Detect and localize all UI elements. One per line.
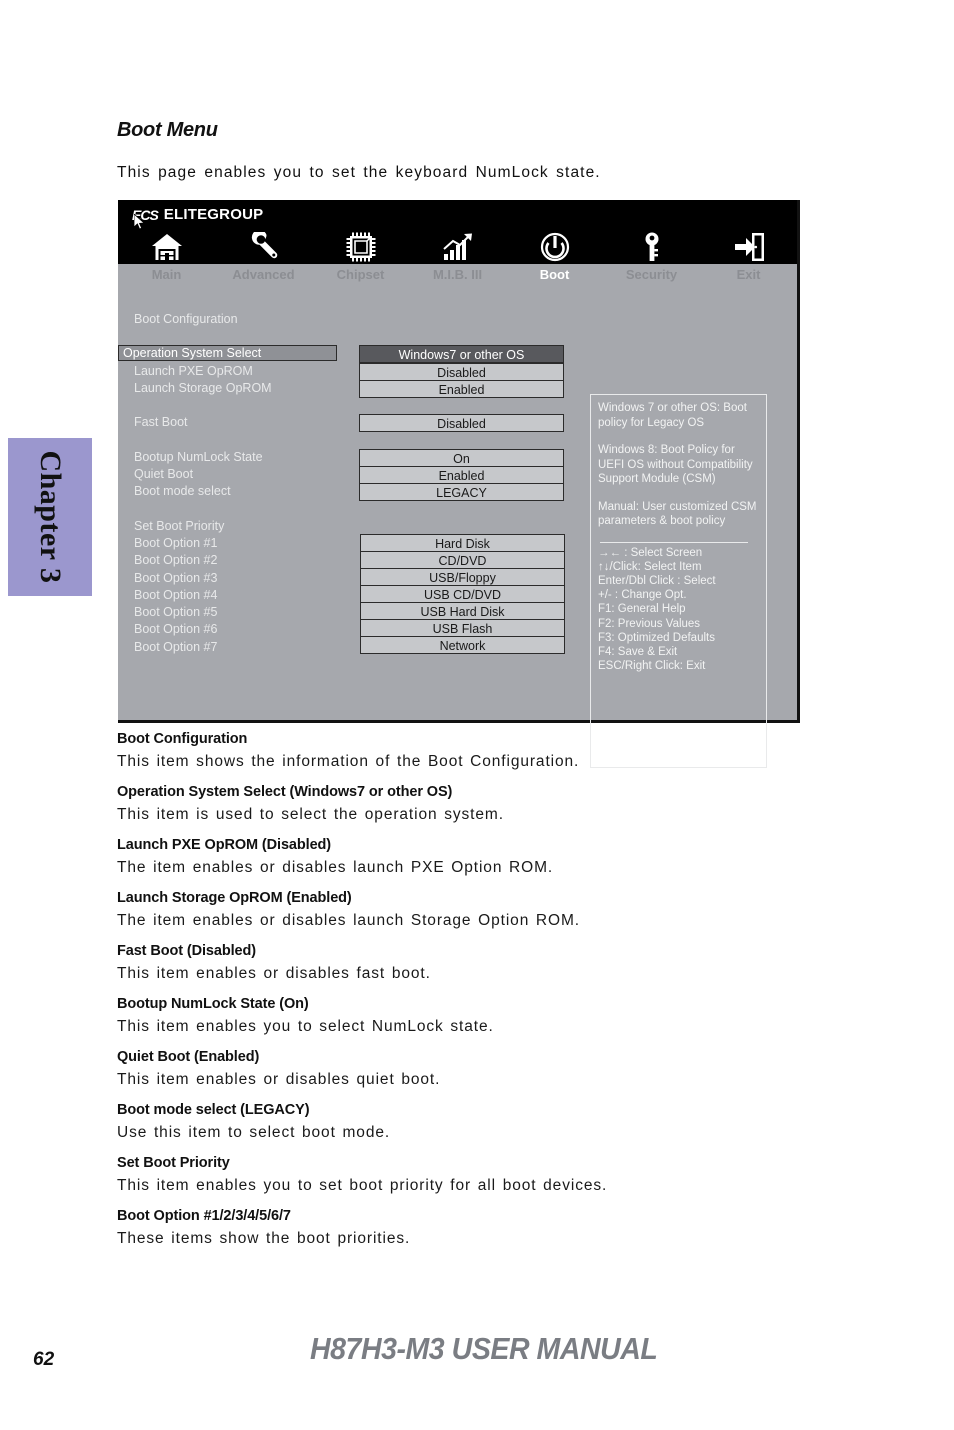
setting-label-quiet-boot[interactable]: Quiet Boot [134,467,193,481]
setting-label-bootup-numlock-state[interactable]: Bootup NumLock State [134,450,263,464]
boot-option-label-2[interactable]: Boot Option #2 [134,553,217,567]
ecs-mark: ECS [132,206,159,223]
desc-term-operation-system-select: Operation System Select (Windows7 or oth… [117,784,453,800]
nav-icon-exit[interactable] [700,226,797,262]
desc-def-launch-pxe-oprom: The item enables or disables launch PXE … [117,859,554,876]
ecs-brand-name: ELITEGROUP [163,206,264,223]
boot-option-label-7[interactable]: Boot Option #7 [134,640,217,654]
exit-door-icon [734,233,764,261]
desc-def-boot-configuration: This item shows the information of the B… [117,753,580,770]
section-boot-configuration: Boot Configuration [134,312,238,326]
help-key-esc-exit: ESC/Right Click: Exit [598,660,706,673]
desc-term-boot-mode-select: Boot mode select (LEGACY) [117,1102,310,1118]
manual-title: H87H3-M3 USER MANUAL [310,1331,658,1366]
key-icon [645,232,658,261]
intro-paragraph: This page enables you to set the keyboar… [117,164,601,181]
chapter-tab-label: Chapter 3 [34,450,67,584]
help-panel: Windows 7 or other OS: Boot policy for L… [590,394,767,768]
help-key-enter-select: Enter/Dbl Click : Select [598,574,716,587]
setting-label-fast-boot[interactable]: Fast Boot [134,415,188,429]
nav-icon-main[interactable] [118,226,215,262]
setting-value-bootup-numlock-state[interactable]: On [359,449,564,467]
chart-icon [442,233,472,260]
setting-value-boot-mode-select[interactable]: LEGACY [359,483,564,501]
desc-term-boot-options: Boot Option #1/2/3/4/5/6/7 [117,1208,291,1224]
setting-value-quiet-boot[interactable]: Enabled [359,466,564,484]
help-paragraph-2: Windows 8: Boot Policy for UEFI OS witho… [598,444,753,485]
chip-icon [346,232,375,262]
wrench-icon [251,232,277,259]
desc-term-boot-configuration: Boot Configuration [117,731,248,747]
nav-icon-advanced[interactable] [215,226,312,262]
desc-term-quiet-boot: Quiet Boot (Enabled) [117,1049,260,1065]
desc-def-boot-options: These items show the boot priorities. [117,1230,411,1247]
desc-term-launch-pxe-oprom: Launch PXE OpROM (Disabled) [117,837,332,853]
boot-option-value-1[interactable]: Hard Disk [360,534,565,552]
help-key-f2-previous-values: F2: Previous Values [598,617,701,630]
setting-value-launch-pxe-oprom[interactable]: Disabled [359,363,564,381]
page-number: 62 [33,1349,55,1370]
setting-value-operation-system-select[interactable]: Windows7 or other OS [359,345,564,363]
power-icon [540,232,569,262]
boot-option-label-1[interactable]: Boot Option #1 [134,536,217,550]
help-key-select-item: ↑↓/Click: Select Item [598,560,702,573]
help-key-f3-optimized-defaults: F3: Optimized Defaults [598,631,715,644]
boot-option-value-7[interactable]: Network [360,636,565,654]
setting-label-boot-mode-select[interactable]: Boot mode select [134,484,231,498]
help-key-f4-save-exit: F4: Save & Exit [598,645,678,658]
bios-screen: ECS ELITEGROUP Main Advanced Chipset M.I… [118,200,800,768]
boot-option-value-3[interactable]: USB/Floppy [360,568,565,586]
desc-term-set-boot-priority: Set Boot Priority [117,1155,230,1171]
desc-def-fast-boot: This item enables or disables fast boot. [117,965,431,982]
desc-def-bootup-numlock-state: This item enables you to select NumLock … [117,1018,494,1035]
setting-label-launch-storage-oprom[interactable]: Launch Storage OpROM [134,381,272,395]
setting-label-launch-pxe-oprom[interactable]: Launch PXE OpROM [134,364,253,378]
desc-term-bootup-numlock-state: Bootup NumLock State (On) [117,996,309,1012]
boot-option-value-2[interactable]: CD/DVD [360,551,565,569]
help-paragraph-3: Manual: User customized CSM parameters &… [598,500,757,528]
boot-option-value-5[interactable]: USB Hard Disk [360,602,565,620]
boot-option-label-4[interactable]: Boot Option #4 [134,588,217,602]
help-key-change-opt: +/- : Change Opt. [598,589,687,602]
chapter-tab: Chapter 3 [8,438,92,596]
desc-term-fast-boot: Fast Boot (Disabled) [117,943,256,959]
setting-value-launch-storage-oprom[interactable]: Enabled [359,380,564,398]
section-set-boot-priority: Set Boot Priority [134,519,225,533]
bios-body: Boot Configuration Set Boot Priority Ope… [118,264,797,768]
nav-icon-security[interactable] [603,226,700,262]
page-title: Boot Menu [117,119,218,141]
home-icon [151,234,182,260]
bios-nav-icons [118,226,797,262]
desc-def-operation-system-select: This item is used to select the operatio… [117,806,504,823]
desc-term-launch-storage-oprom: Launch Storage OpROM (Enabled) [117,890,352,906]
boot-option-value-6[interactable]: USB Flash [360,619,565,637]
ecs-logo: ECS ELITEGROUP [132,206,263,223]
nav-icon-boot[interactable] [506,226,603,262]
boot-option-label-6[interactable]: Boot Option #6 [134,622,217,636]
desc-def-quiet-boot: This item enables or disables quiet boot… [117,1071,441,1088]
nav-icon-mib[interactable] [409,226,506,262]
help-key-f1-general-help: F1: General Help [598,603,686,616]
nav-icon-chipset[interactable] [312,226,409,262]
help-divider [600,541,748,543]
desc-def-boot-mode-select: Use this item to select boot mode. [117,1124,391,1141]
help-key-select-screen: →← : Select Screen [598,546,703,559]
desc-def-set-boot-priority: This item enables you to set boot priori… [117,1177,608,1194]
boot-option-label-5[interactable]: Boot Option #5 [134,605,217,619]
description-list: Boot Configuration This item shows the i… [117,731,817,1261]
bios-topbar: ECS ELITEGROUP Main Advanced Chipset M.I… [118,200,797,286]
boot-option-label-3[interactable]: Boot Option #3 [134,571,217,585]
desc-def-launch-storage-oprom: The item enables or disables launch Stor… [117,912,580,929]
setting-value-fast-boot[interactable]: Disabled [359,414,564,432]
boot-option-value-4[interactable]: USB CD/DVD [360,585,565,603]
help-paragraph-1: Windows 7 or other OS: Boot policy for L… [598,402,747,429]
setting-label-operation-system-select[interactable]: Operation System Select [118,345,337,361]
